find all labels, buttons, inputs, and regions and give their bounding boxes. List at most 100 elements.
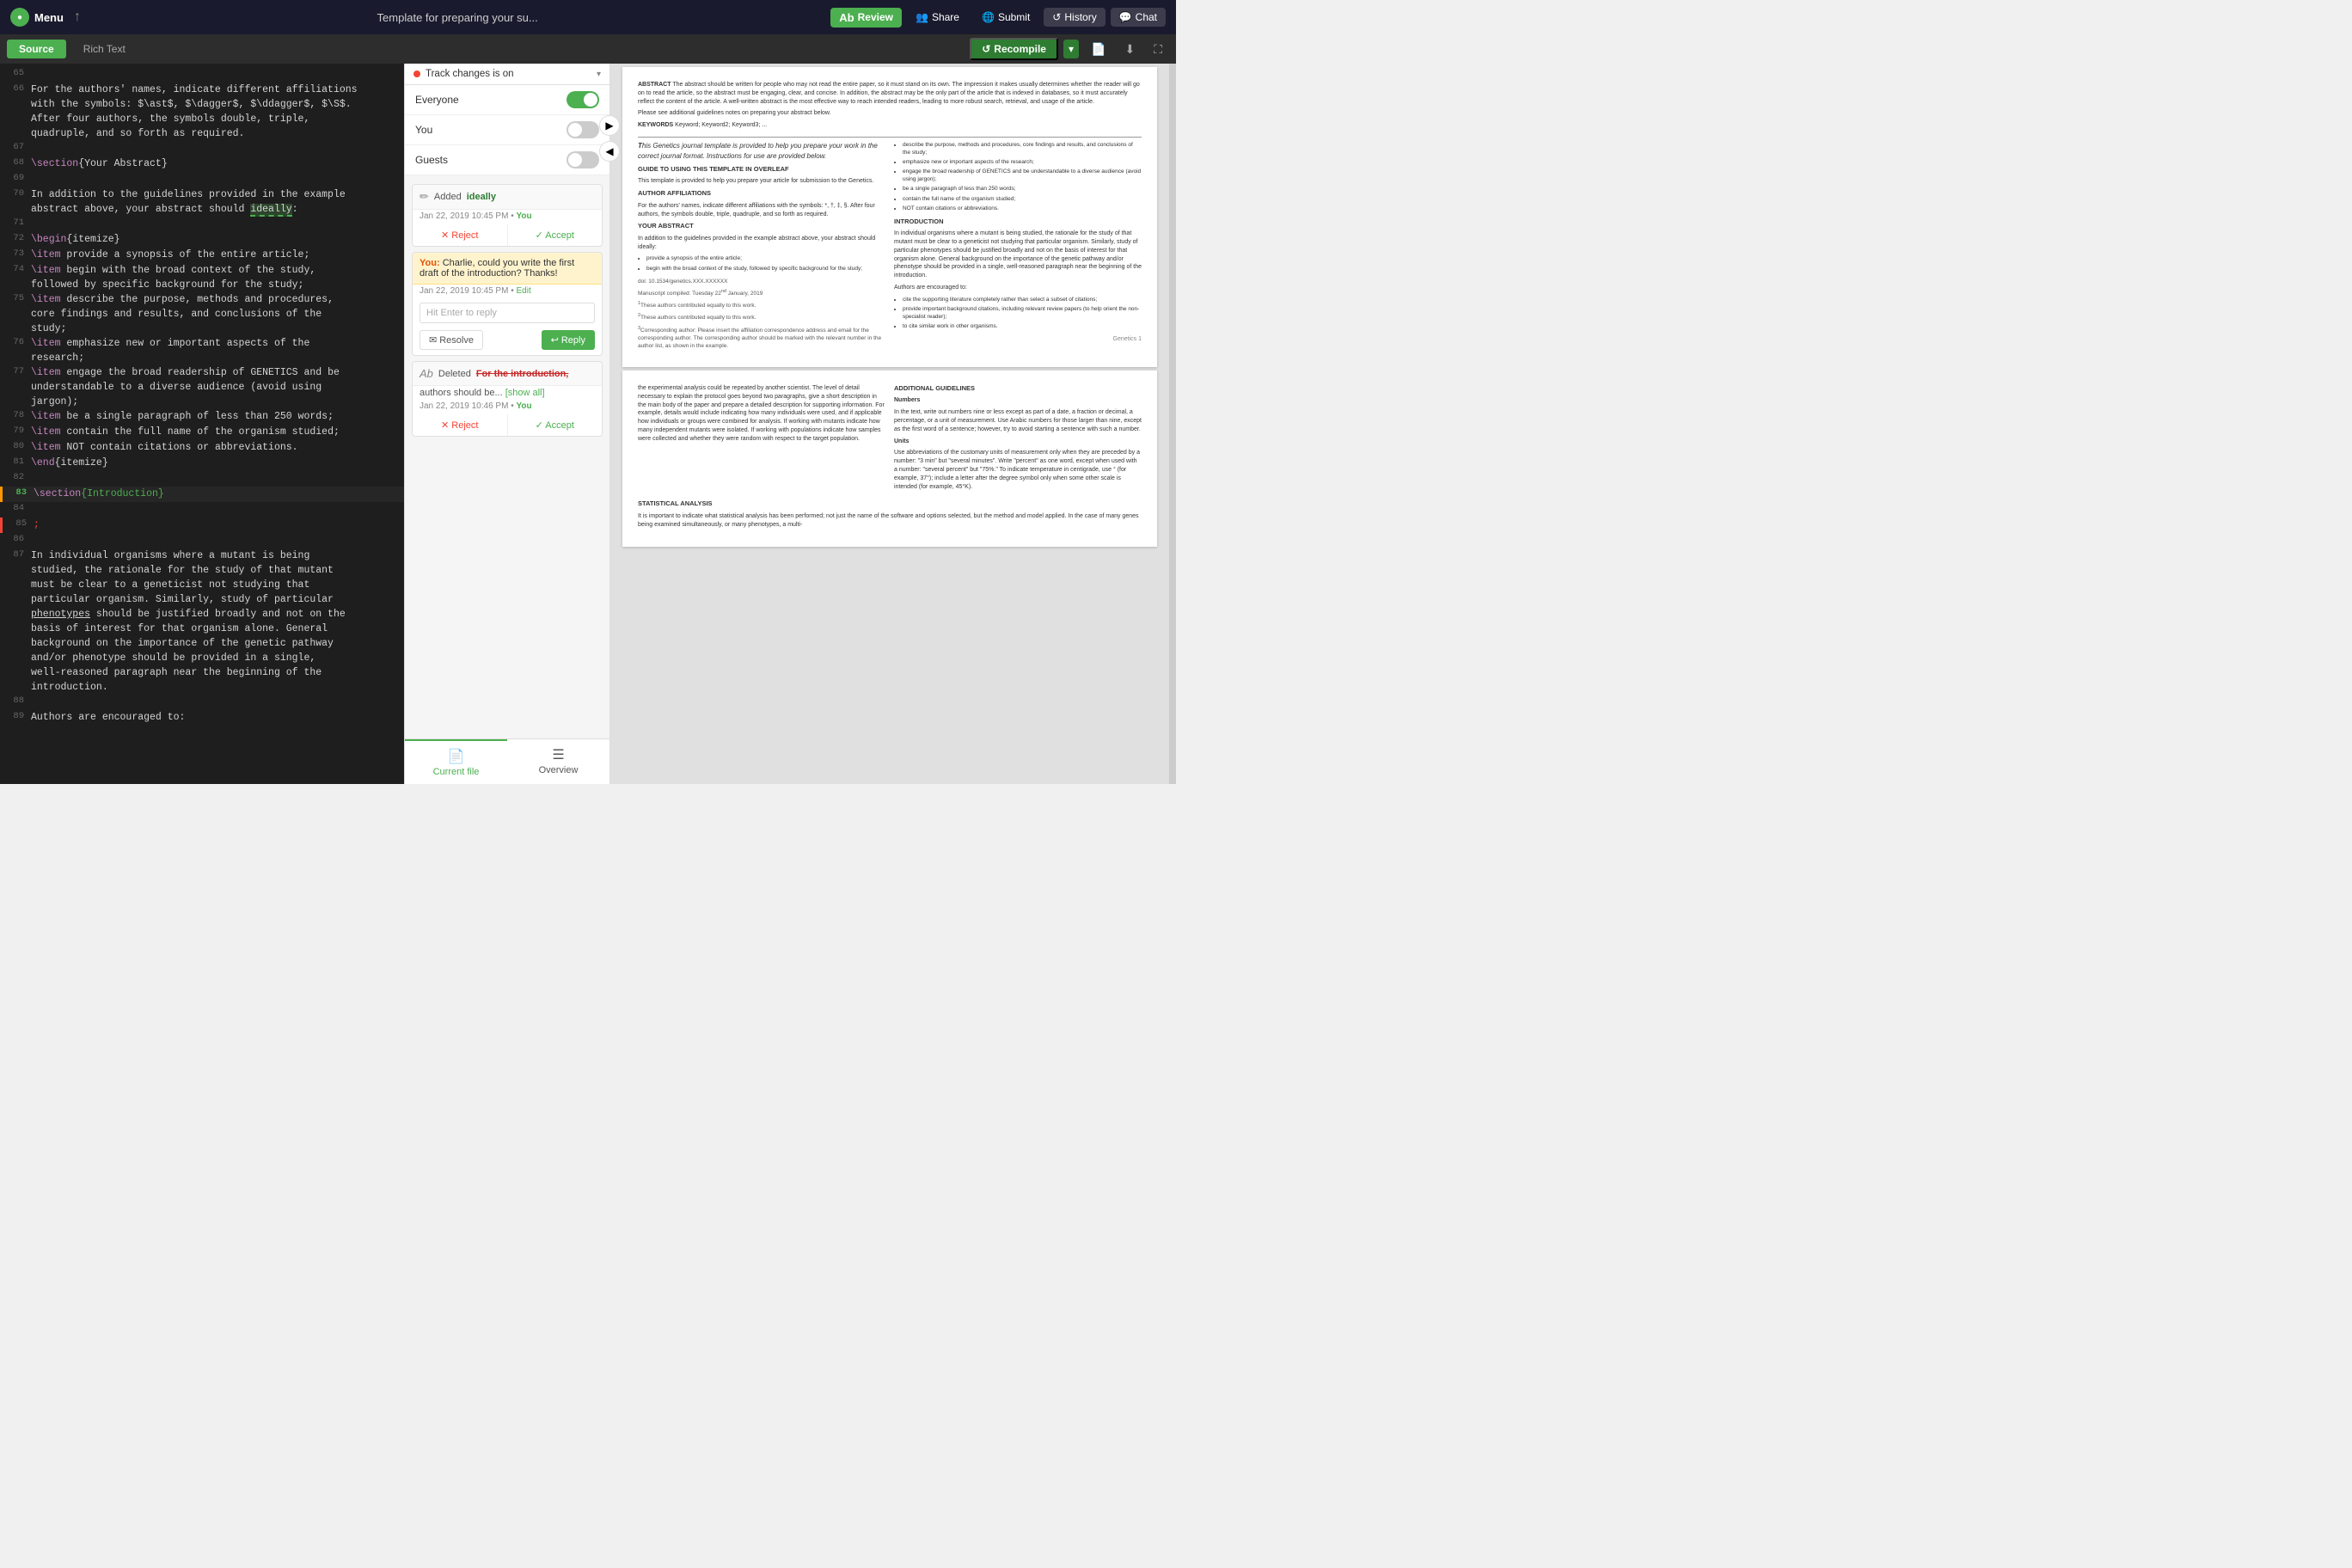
track-dropdown-icon[interactable]: ▾ xyxy=(597,70,601,79)
editor-line: 74 \item begin with the broad context of… xyxy=(0,263,404,292)
everyone-label: Everyone xyxy=(415,94,567,106)
you-toggle-knob xyxy=(568,123,582,137)
editor-line: 88 xyxy=(0,695,404,710)
submit-button[interactable]: 🌐 Submit xyxy=(973,8,1038,27)
right-scrollbar[interactable] xyxy=(1169,64,1176,784)
deleted-card-header: Ab Deleted For the introduction, xyxy=(413,362,602,386)
share-button[interactable]: 👥 Share xyxy=(907,8,968,27)
share-icon: 👥 xyxy=(916,11,928,23)
pdf-page2-content: the experimental analysis could be repea… xyxy=(638,384,1142,533)
recompile-button[interactable]: ↺ Recompile xyxy=(970,38,1058,60)
review-bottom-tabs: 📄 Current file ☰ Overview xyxy=(405,738,609,784)
editor-line: 78 \item be a single paragraph of less t… xyxy=(0,409,404,425)
top-bar: ● Menu ↑ Template for preparing your su.… xyxy=(0,0,1176,34)
pdf-page-top: ABSTRACT The abstract should be written … xyxy=(622,67,1157,367)
editor-line: 69 xyxy=(0,172,404,187)
editor-line: 85 ; xyxy=(0,518,404,533)
everyone-toggle[interactable] xyxy=(567,91,599,108)
chat-button[interactable]: 💬 Chat xyxy=(1111,8,1166,27)
accept-button[interactable]: ✓ Accept xyxy=(508,224,603,246)
pdf-abstract-section: ABSTRACT The abstract should be written … xyxy=(638,81,1142,353)
change-card-header: ✏ Added ideally xyxy=(413,185,602,210)
history-button[interactable]: ↺ History xyxy=(1044,8,1105,27)
pdf-panel: ABSTRACT The abstract should be written … xyxy=(610,64,1169,784)
editor-line: 86 xyxy=(0,533,404,548)
track-changes-label: Track changes is on xyxy=(426,69,591,79)
pdf-content[interactable]: ABSTRACT The abstract should be written … xyxy=(610,64,1169,784)
you-toggle[interactable] xyxy=(567,121,599,138)
editor-line: 84 xyxy=(0,502,404,518)
editor-content[interactable]: 65 66 For the authors' names, indicate d… xyxy=(0,64,404,784)
richtext-button[interactable]: Rich Text xyxy=(71,40,138,58)
chat-icon: 💬 xyxy=(1119,11,1132,23)
show-all-link[interactable]: [show all] xyxy=(505,388,545,398)
history-icon: ↺ xyxy=(1052,11,1061,23)
change-actions: ✕ Reject ✓ Accept xyxy=(413,224,602,246)
editor-line: 65 xyxy=(0,67,404,83)
editor-line: 73 \item provide a synopsis of the entir… xyxy=(0,248,404,263)
editor-line: 72 \begin{itemize} xyxy=(0,232,404,248)
change-action: Added xyxy=(434,192,462,202)
nav-prev-arrow[interactable]: ◀ xyxy=(599,141,620,162)
main-layout: 65 66 For the authors' names, indicate d… xyxy=(0,64,1176,784)
current-file-icon: 📄 xyxy=(448,748,465,765)
pdf-page-bottom: the experimental analysis could be repea… xyxy=(622,371,1157,547)
editor-line: 70 In addition to the guidelines provide… xyxy=(0,187,404,217)
reply-button[interactable]: ↩ Reply xyxy=(542,330,595,350)
current-file-tab[interactable]: 📄 Current file xyxy=(405,739,507,784)
overview-icon: ☰ xyxy=(552,746,564,763)
accept-deleted-button[interactable]: ✓ Accept xyxy=(508,414,603,436)
editor-line: 87 In individual organisms where a mutan… xyxy=(0,548,404,695)
editor-line: 71 xyxy=(0,217,404,232)
editor-panel: 65 66 For the authors' names, indicate d… xyxy=(0,64,404,784)
pencil-icon: ✏ xyxy=(420,190,429,204)
comment-header: You: Charlie, could you write the first … xyxy=(413,253,602,285)
comment-footer: ✉ Resolve ↩ Reply xyxy=(413,327,602,355)
recompile-dropdown[interactable]: ▾ xyxy=(1063,40,1079,58)
deleted-text-cont: authors should be... [show all] xyxy=(413,386,602,400)
reject-button[interactable]: ✕ Reject xyxy=(413,224,508,246)
menu-label: Menu xyxy=(34,11,64,24)
reply-input[interactable]: Hit Enter to reply xyxy=(420,303,595,323)
editor-line: 82 xyxy=(0,471,404,487)
top-actions: Ab Review 👥 Share 🌐 Submit ↺ History 💬 C… xyxy=(830,8,1166,28)
download-icon[interactable]: ⬇ xyxy=(1118,39,1142,60)
you-label: You xyxy=(415,124,567,136)
editor-line: 67 xyxy=(0,141,404,156)
overview-tab[interactable]: ☰ Overview xyxy=(507,739,609,784)
edit-link[interactable]: Edit xyxy=(516,286,530,296)
review-button[interactable]: Ab Review xyxy=(830,8,902,28)
nav-next-arrow[interactable]: ▶ xyxy=(599,115,620,136)
expand-icon[interactable]: ⛶ xyxy=(1147,39,1169,60)
deleted-meta: Jan 22, 2019 10:46 PM • You xyxy=(413,400,602,414)
change-card-deleted: Ab Deleted For the introduction, authors… xyxy=(412,361,603,437)
resolve-icon: ✉ xyxy=(429,334,437,346)
reject-deleted-button[interactable]: ✕ Reject xyxy=(413,414,508,436)
review-cards-area[interactable]: ✏ Added ideally Jan 22, 2019 10:45 PM • … xyxy=(405,175,609,738)
guests-toggle[interactable] xyxy=(567,151,599,168)
everyone-toggle-row: Everyone xyxy=(405,85,609,115)
change-meta: Jan 22, 2019 10:45 PM • You xyxy=(413,210,602,224)
source-button[interactable]: Source xyxy=(7,40,66,58)
review-icon: Ab xyxy=(839,11,854,24)
doc-icon[interactable]: 📄 xyxy=(1084,39,1112,60)
editor-line: 83 \section{Introduction} xyxy=(0,487,404,502)
app-logo: ● xyxy=(10,8,29,27)
track-changes-row: Track changes is on ▾ xyxy=(405,64,609,85)
track-dot xyxy=(413,70,420,77)
resolve-button[interactable]: ✉ Resolve xyxy=(420,330,483,350)
guests-toggle-row: Guests xyxy=(405,145,609,175)
everyone-toggle-knob xyxy=(584,93,597,107)
recompile-icon: ↺ xyxy=(982,43,990,55)
guests-label: Guests xyxy=(415,154,567,166)
editor-line: 76 \item emphasize new or important aspe… xyxy=(0,336,404,365)
deleted-action: Deleted xyxy=(438,369,471,379)
secondary-bar: Source Rich Text ↺ Recompile ▾ 📄 ⬇ ⛶ xyxy=(0,34,1176,64)
editor-line: 79 \item contain the full name of the or… xyxy=(0,425,404,440)
menu-button[interactable]: ● Menu xyxy=(10,8,64,27)
change-card-added: ✏ Added ideally Jan 22, 2019 10:45 PM • … xyxy=(412,184,603,247)
comment-meta: Jan 22, 2019 10:45 PM • Edit xyxy=(413,285,602,299)
deleted-text: For the introduction, xyxy=(476,369,569,379)
you-toggle-row: You xyxy=(405,115,609,145)
editor-line: 75 \item describe the purpose, methods a… xyxy=(0,292,404,336)
